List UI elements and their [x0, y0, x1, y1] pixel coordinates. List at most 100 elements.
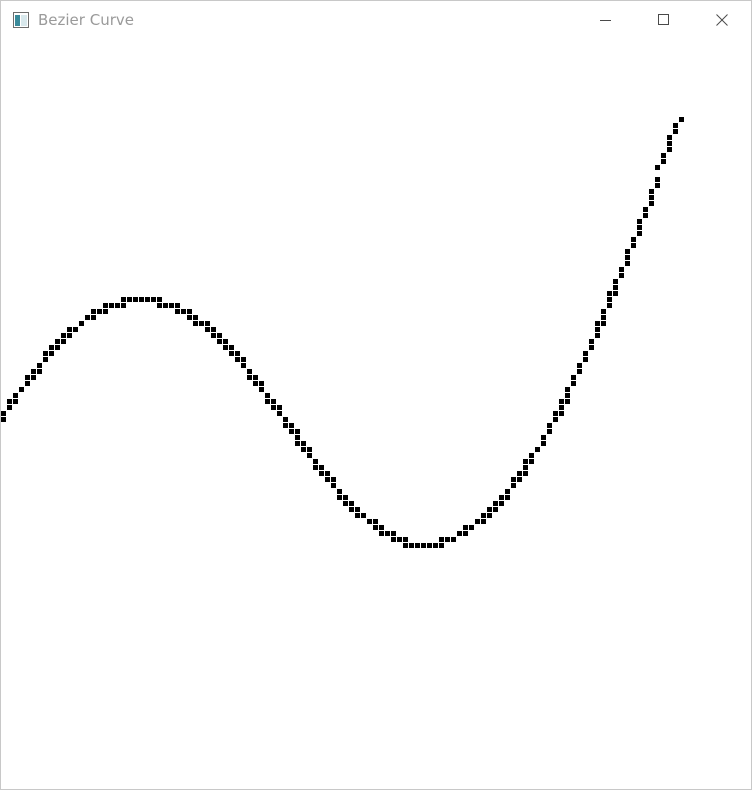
- curve-point: [283, 417, 288, 422]
- curve-point: [439, 543, 444, 548]
- curve-point: [223, 339, 228, 344]
- curve-point: [337, 489, 342, 494]
- curve-point: [133, 297, 138, 302]
- curve-point: [613, 279, 618, 284]
- curve-point: [403, 543, 408, 548]
- curve-point: [271, 405, 276, 410]
- curve-point: [517, 471, 522, 476]
- curve-point: [67, 333, 72, 338]
- curve-point: [79, 321, 84, 326]
- curve-point: [625, 255, 630, 260]
- curve-point: [37, 369, 42, 374]
- curve-point: [481, 513, 486, 518]
- close-button[interactable]: [693, 1, 751, 39]
- maximize-button[interactable]: [635, 1, 693, 39]
- curve-point: [433, 543, 438, 548]
- curve-point: [121, 303, 126, 308]
- close-icon: [716, 14, 728, 26]
- curve-point: [325, 471, 330, 476]
- curve-point: [487, 507, 492, 512]
- curve-point: [241, 357, 246, 362]
- curve-point: [49, 345, 54, 350]
- curve-point: [649, 189, 654, 194]
- curve-point: [427, 543, 432, 548]
- curve-point: [619, 267, 624, 272]
- curve-point: [403, 537, 408, 542]
- curve-point: [553, 411, 558, 416]
- curve-point: [31, 375, 36, 380]
- curve-point: [661, 153, 666, 158]
- curve-point: [19, 387, 24, 392]
- curve-point: [667, 147, 672, 152]
- curve-point: [229, 345, 234, 350]
- curve-point: [565, 387, 570, 392]
- curve-point: [313, 459, 318, 464]
- curve-point: [187, 309, 192, 314]
- curve-point: [583, 357, 588, 362]
- curve-point: [421, 543, 426, 548]
- curve-point: [175, 309, 180, 314]
- curve-point: [157, 303, 162, 308]
- curve-point: [607, 291, 612, 296]
- curve-point: [463, 525, 468, 530]
- curve-point: [625, 249, 630, 254]
- curve-point: [43, 351, 48, 356]
- curve-point: [379, 525, 384, 530]
- curve-point: [451, 537, 456, 542]
- curve-point: [259, 381, 264, 386]
- curve-point: [361, 513, 366, 518]
- title-bar[interactable]: Bezier Curve: [1, 1, 751, 39]
- curve-point: [409, 543, 414, 548]
- curve-point: [55, 339, 60, 344]
- curve-point: [511, 477, 516, 482]
- curve-point: [7, 405, 12, 410]
- curve-point: [457, 531, 462, 536]
- curve-point: [25, 375, 30, 380]
- window-app-icon: [13, 12, 29, 28]
- curve-point: [337, 495, 342, 500]
- curve-point: [577, 369, 582, 374]
- curve-point: [97, 309, 102, 314]
- curve-point: [13, 399, 18, 404]
- curve-point: [595, 333, 600, 338]
- curve-point: [547, 423, 552, 428]
- curve-point: [505, 495, 510, 500]
- curve-point: [571, 381, 576, 386]
- curve-point: [289, 429, 294, 434]
- curve-point: [391, 531, 396, 536]
- drawing-canvas[interactable]: [1, 39, 751, 789]
- curve-point: [43, 357, 48, 362]
- curve-point: [193, 315, 198, 320]
- minimize-button[interactable]: [577, 1, 635, 39]
- curve-point: [637, 231, 642, 236]
- curve-point: [565, 399, 570, 404]
- window-title: Bezier Curve: [38, 11, 134, 29]
- curve-point: [91, 315, 96, 320]
- curve-point: [265, 399, 270, 404]
- curve-point: [307, 447, 312, 452]
- curve-point: [655, 165, 660, 170]
- curve-point: [349, 501, 354, 506]
- curve-point: [355, 507, 360, 512]
- curve-point: [139, 297, 144, 302]
- curve-point: [577, 363, 582, 368]
- curve-point: [295, 441, 300, 446]
- curve-point: [265, 393, 270, 398]
- curve-point: [217, 339, 222, 344]
- curve-point: [289, 423, 294, 428]
- curve-point: [541, 441, 546, 446]
- curve-point: [547, 429, 552, 434]
- maximize-icon: [658, 14, 669, 25]
- curve-point: [283, 423, 288, 428]
- curve-point: [277, 411, 282, 416]
- curve-point: [511, 483, 516, 488]
- curve-point: [49, 351, 54, 356]
- curve-point: [229, 351, 234, 356]
- curve-point: [637, 225, 642, 230]
- curve-point: [601, 315, 606, 320]
- curve-point: [439, 537, 444, 542]
- curve-point: [253, 375, 258, 380]
- curve-point: [175, 303, 180, 308]
- curve-point: [331, 483, 336, 488]
- curve-point: [163, 303, 168, 308]
